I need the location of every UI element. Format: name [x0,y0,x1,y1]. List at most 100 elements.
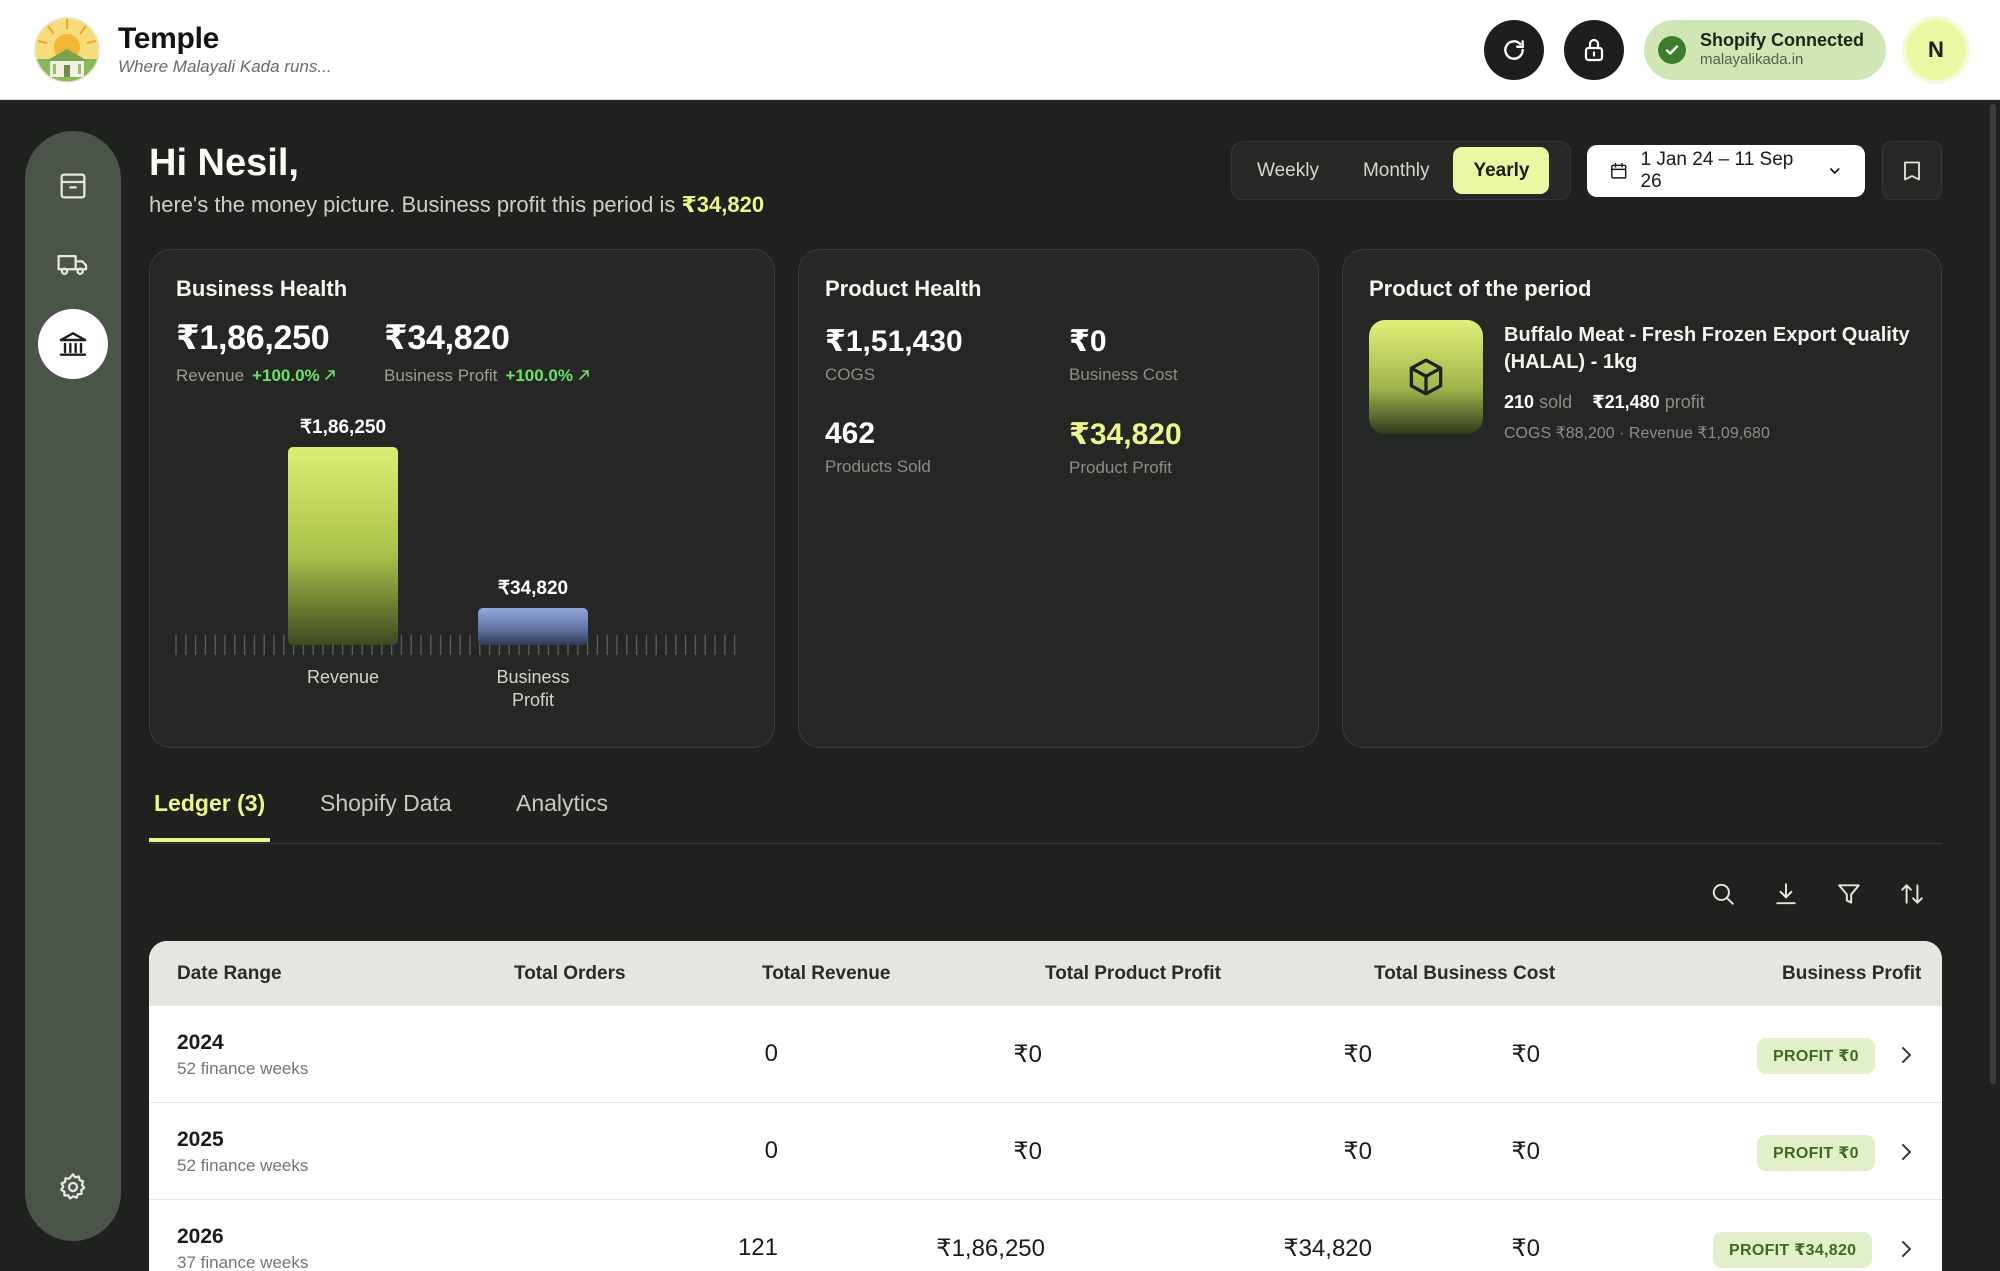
row-year: 2026 [177,1225,224,1248]
business-health-title: Business Health [176,276,348,301]
brand-tagline: Where Malayali Kada runs... [118,56,332,76]
tab-ledger[interactable]: Ledger (3) [149,790,271,842]
business-profit-change: +100.0% [505,366,573,385]
greeting-text: here's the money picture. Business profi… [149,192,676,217]
product-health-title: Product Health [825,276,982,301]
cogs-label: COGS [825,365,876,384]
row-orders: 0 [764,1137,778,1164]
greeting-title: Hi Nesil, [149,142,299,184]
note-icon [1904,161,1920,180]
business-cost-value: ₹0 [1069,325,1107,358]
brand-block: Temple Where Malayali Kada runs... [118,21,332,77]
page-scrollbar[interactable] [1990,104,1996,1084]
download-button[interactable] [1771,879,1801,909]
business-health-card: Business Health ₹1,86,250 Revenue +100.0%… [149,249,775,748]
row-product-profit: ₹0 [1343,1138,1372,1165]
search-button[interactable] [1708,879,1738,909]
business-profit-label-row: Business Profit +100.0% [384,366,590,386]
row-weeks: 52 finance weeks [177,1156,309,1175]
row-year: 2025 [177,1128,224,1151]
sidebar-rail [25,131,121,1241]
chevron-right-icon[interactable] [1895,1238,1917,1260]
box-icon [1409,358,1443,396]
business-health-chart: ₹1,86,250 Revenue ₹34,820 Business Profit [175,417,736,710]
brand-name: Temple [118,21,220,55]
chart-category-label: Revenue [307,667,379,687]
tab-shopify-data[interactable]: Shopify Data [315,790,457,842]
chevron-right-icon[interactable] [1895,1141,1917,1163]
calendar-icon [1611,162,1627,179]
table-header: Date Range Total Orders Total Revenue To… [149,941,1942,1006]
sort-button[interactable] [1897,879,1927,909]
row-revenue: ₹0 [1013,1041,1042,1068]
column-total-business-cost[interactable]: Total Business Cost [1374,963,1555,985]
product-profit-caption: profit [1664,392,1705,412]
user-avatar[interactable]: N [1906,19,1966,80]
column-total-product-profit[interactable]: Total Product Profit [1045,963,1221,985]
revenue-label: Revenue [176,366,245,385]
sidebar-item-delivery[interactable] [38,229,108,299]
chart-bar-business-profit[interactable] [478,607,588,645]
sidebar-item-settings[interactable] [38,1152,108,1222]
period-monthly-button[interactable]: Monthly [1343,147,1450,194]
sidebar-item-finance[interactable] [38,309,108,379]
chevron-right-icon[interactable] [1895,1044,1917,1066]
chart-bar-revenue[interactable] [288,447,398,645]
refresh-button[interactable] [1483,19,1544,80]
lock-button[interactable] [1563,19,1624,80]
row-orders: 0 [764,1040,778,1067]
product-of-period-title: Product of the period [1369,276,1592,301]
table-row[interactable]: 2024 52 finance weeks 0 ₹0 ₹0 ₹0 PROFIT … [149,1006,1942,1103]
date-range-picker[interactable]: 1 Jan 24 – 11 Sep 26 [1587,145,1865,197]
tab-analytics[interactable]: Analytics [511,790,613,842]
row-business-cost: ₹0 [1511,1041,1540,1068]
table-row[interactable]: 2026 37 finance weeks 121 ₹1,86,250 ₹34,… [149,1200,1942,1271]
sort-icon [1901,884,1923,904]
cogs-value: ₹1,51,430 [825,325,963,358]
ledger-table: Date Range Total Orders Total Revenue To… [149,941,1942,1271]
trend-up-icon [325,370,336,380]
date-range-label: 1 Jan 24 – 11 Sep 26 [1640,149,1794,192]
column-date-range[interactable]: Date Range [177,963,282,985]
business-profit-stat: ₹34,820 Business Profit +100.0% [384,318,590,386]
top-bar: Temple Where Malayali Kada runs... Shopi… [0,0,2000,100]
shopify-domain: malayalikada.in [1699,51,1804,68]
product-name[interactable]: Buffalo Meat - Fresh Frozen Export Quali… [1504,322,1934,376]
chart-category-label: Business [496,667,569,687]
check-icon [1657,35,1686,64]
notes-button[interactable] [1882,141,1942,200]
sidebar-item-archive[interactable] [38,151,108,221]
filter-button[interactable] [1834,879,1864,909]
header-actions: Shopify Connected malayalikada.in N [1483,19,1966,80]
gear-icon [60,1173,86,1200]
column-total-revenue[interactable]: Total Revenue [762,963,890,985]
product-profit-stat: ₹34,820 Product Profit [1069,417,1182,478]
period-toggle: Weekly Monthly Yearly [1231,141,1571,200]
temple-logo-icon[interactable] [34,16,100,83]
business-profit-value: ₹34,820 [384,319,510,357]
search-icon [1712,883,1734,905]
revenue-change: +100.0% [252,366,320,385]
period-yearly-button[interactable]: Yearly [1453,147,1550,194]
refresh-icon [1504,39,1524,60]
table-row[interactable]: 2025 52 finance weeks 0 ₹0 ₹0 ₹0 PROFIT … [149,1103,1942,1200]
row-business-cost: ₹0 [1511,1138,1540,1165]
shopify-status-pill[interactable]: Shopify Connected malayalikada.in [1643,19,1886,80]
row-weeks: 37 finance weeks [177,1253,309,1271]
column-total-orders[interactable]: Total Orders [514,963,626,985]
chart-category-label: Profit [512,690,554,710]
bank-icon [59,332,87,356]
profit-badge: PROFIT ₹34,820 [1713,1232,1873,1268]
business-cost-stat: ₹0 Business Cost [1069,324,1178,385]
profit-badge: PROFIT ₹0 [1757,1038,1875,1074]
product-sold-label: sold [1539,392,1573,412]
row-weeks: 52 finance weeks [177,1059,309,1078]
row-product-profit: ₹0 [1343,1041,1372,1068]
products-sold-value: 462 [825,417,876,450]
period-weekly-button[interactable]: Weekly [1237,147,1339,194]
product-details: COGS ₹88,200 · Revenue ₹1,09,680 [1504,425,1770,442]
row-business-cost: ₹0 [1511,1235,1540,1262]
revenue-label-row: Revenue +100.0% [176,366,336,386]
download-icon [1776,883,1796,905]
column-business-profit[interactable]: Business Profit [1782,963,1921,985]
